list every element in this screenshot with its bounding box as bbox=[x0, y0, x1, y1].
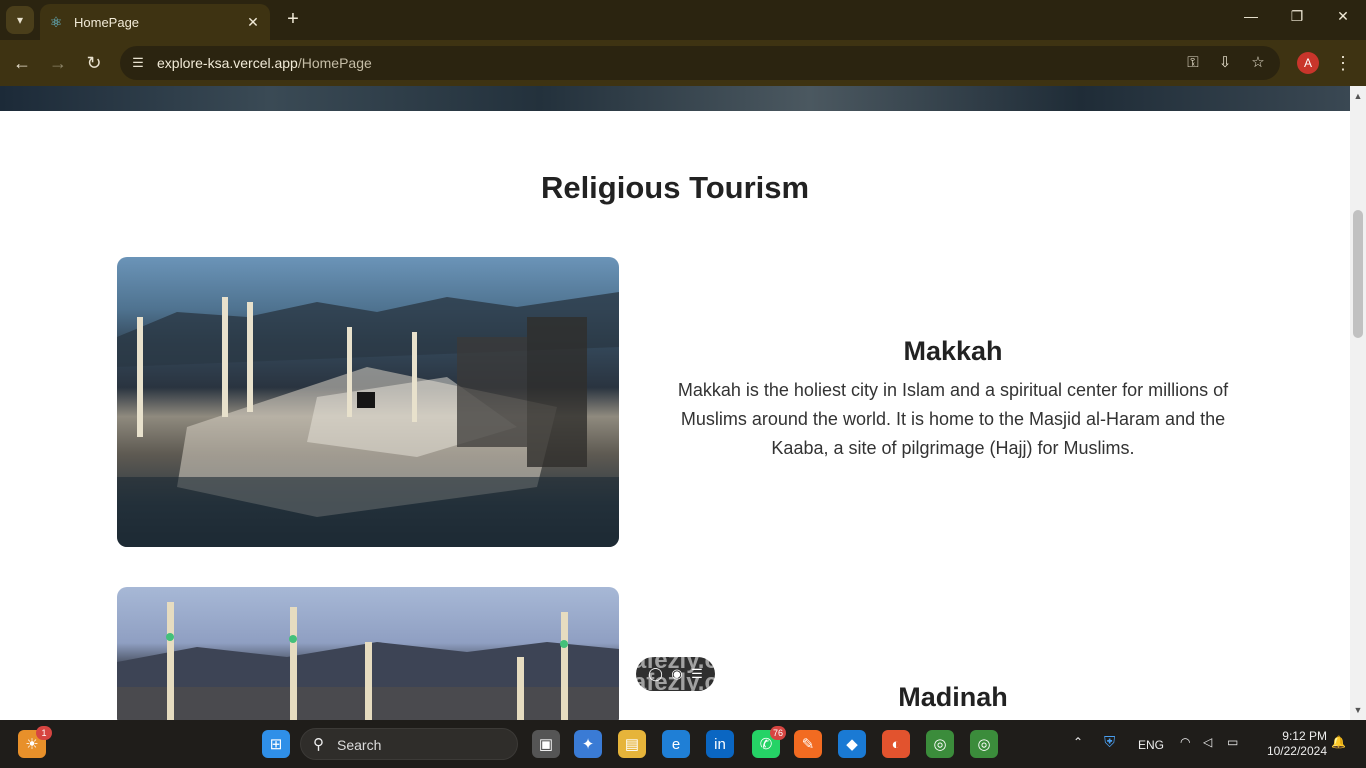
firefox-icon[interactable]: ◐ bbox=[882, 730, 910, 758]
linkedin-icon[interactable]: in bbox=[706, 730, 734, 758]
language-indicator[interactable]: ENG bbox=[1138, 738, 1164, 752]
close-window-button[interactable]: ✕ bbox=[1320, 8, 1366, 25]
scroll-thumb[interactable] bbox=[1353, 210, 1363, 338]
taskbar-clock[interactable]: 9:12 PM 10/22/2024 bbox=[1255, 729, 1327, 759]
volume-icon[interactable]: ◁ bbox=[1203, 735, 1212, 749]
new-tab-button[interactable]: + bbox=[282, 8, 304, 30]
madinah-image bbox=[117, 587, 619, 720]
scroll-down-arrow[interactable]: ▼ bbox=[1350, 702, 1366, 718]
tab-search-button[interactable]: ▾ bbox=[6, 6, 34, 34]
whatsapp-badge: 76 bbox=[769, 726, 786, 740]
watermark: nafezly.com nafezly.com bbox=[618, 647, 754, 696]
address-bar[interactable]: ☰ explore-ksa.vercel.app/HomePage ⚿ ⇩ ☆ bbox=[120, 46, 1280, 80]
taskbar-search[interactable]: ⚲ Search bbox=[300, 728, 518, 760]
react-favicon-icon: ⚛ bbox=[49, 13, 63, 30]
task-view-icon[interactable]: ▣ bbox=[532, 730, 560, 758]
browser-toolbar: ← → ↻ ☰ explore-ksa.vercel.app/HomePage … bbox=[0, 40, 1366, 86]
install-app-icon[interactable]: ⇩ bbox=[1214, 53, 1236, 73]
chrome-profile-j-icon[interactable]: ◎ bbox=[926, 730, 954, 758]
browser-tabbar: ▾ ⚛ HomePage ✕ + — ❐ ✕ bbox=[0, 0, 1366, 40]
bookmark-star-icon[interactable]: ☆ bbox=[1247, 53, 1269, 73]
search-icon: ⚲ bbox=[313, 736, 324, 753]
restore-button[interactable]: ❐ bbox=[1274, 8, 1320, 25]
copilot-icon[interactable]: ✦ bbox=[574, 730, 602, 758]
clock-time: 9:12 PM bbox=[1282, 729, 1327, 743]
back-button[interactable]: ← bbox=[10, 51, 34, 75]
file-explorer-icon[interactable]: ▤ bbox=[618, 730, 646, 758]
section-title: Religious Tourism bbox=[540, 170, 810, 205]
password-key-icon[interactable]: ⚿ bbox=[1182, 53, 1204, 73]
edge-browser-icon[interactable]: e bbox=[662, 730, 690, 758]
site-info-icon[interactable]: ☰ bbox=[128, 53, 148, 73]
page-scrollbar[interactable]: ▲ ▼ bbox=[1350, 86, 1366, 720]
tab-close-icon[interactable]: ✕ bbox=[244, 14, 262, 31]
wifi-icon[interactable]: ◠ bbox=[1180, 735, 1190, 749]
page-viewport: Religious Tourism Makkah Makkah is the h… bbox=[0, 86, 1350, 720]
forward-button[interactable]: → bbox=[46, 51, 70, 75]
windows-start-icon[interactable]: ⊞ bbox=[262, 730, 290, 758]
notification-bell-icon[interactable]: 🔔 bbox=[1331, 735, 1346, 749]
whatsapp-icon[interactable]: ✆ 76 bbox=[752, 726, 786, 758]
tray-overflow-icon[interactable]: ⌃ bbox=[1073, 735, 1083, 749]
browser-menu-icon[interactable]: ⋮ bbox=[1332, 51, 1354, 75]
reload-button[interactable]: ↻ bbox=[82, 51, 106, 75]
browser-tab[interactable]: ⚛ HomePage ✕ bbox=[40, 4, 270, 40]
postman-icon[interactable]: ✎ bbox=[794, 730, 822, 758]
clock-date: 10/22/2024 bbox=[1266, 744, 1327, 758]
windows-taskbar: ☀ 1 ⊞ ⚲ Search ▣ ✦ ▤ e in ✆ 76 ✎ ◆ ◐ ◎ ◎ ⌃… bbox=[0, 720, 1366, 768]
chrome-profile-a-icon[interactable]: ◎ bbox=[970, 730, 998, 758]
tab-title: HomePage bbox=[74, 14, 140, 30]
scroll-up-arrow[interactable]: ▲ bbox=[1350, 88, 1366, 104]
url-text[interactable]: explore-ksa.vercel.app/HomePage bbox=[157, 55, 372, 71]
chevron-down-icon: ▾ bbox=[16, 13, 24, 27]
makkah-title: Makkah bbox=[903, 336, 1003, 366]
hero-image-bottom bbox=[0, 86, 1350, 111]
profile-avatar[interactable]: A bbox=[1297, 52, 1319, 74]
weather-widget-icon[interactable]: ☀ 1 bbox=[18, 726, 52, 758]
minimize-button[interactable]: — bbox=[1228, 8, 1274, 24]
makkah-description: Makkah is the holiest city in Islam and … bbox=[677, 380, 1229, 458]
security-shield-icon[interactable]: ⛨ bbox=[1104, 734, 1115, 751]
battery-icon[interactable]: ▭ bbox=[1227, 735, 1238, 749]
search-placeholder: Search bbox=[337, 737, 382, 753]
vscode-icon[interactable]: ◆ bbox=[838, 730, 866, 758]
weather-badge: 1 bbox=[36, 726, 52, 740]
makkah-image bbox=[117, 257, 619, 547]
